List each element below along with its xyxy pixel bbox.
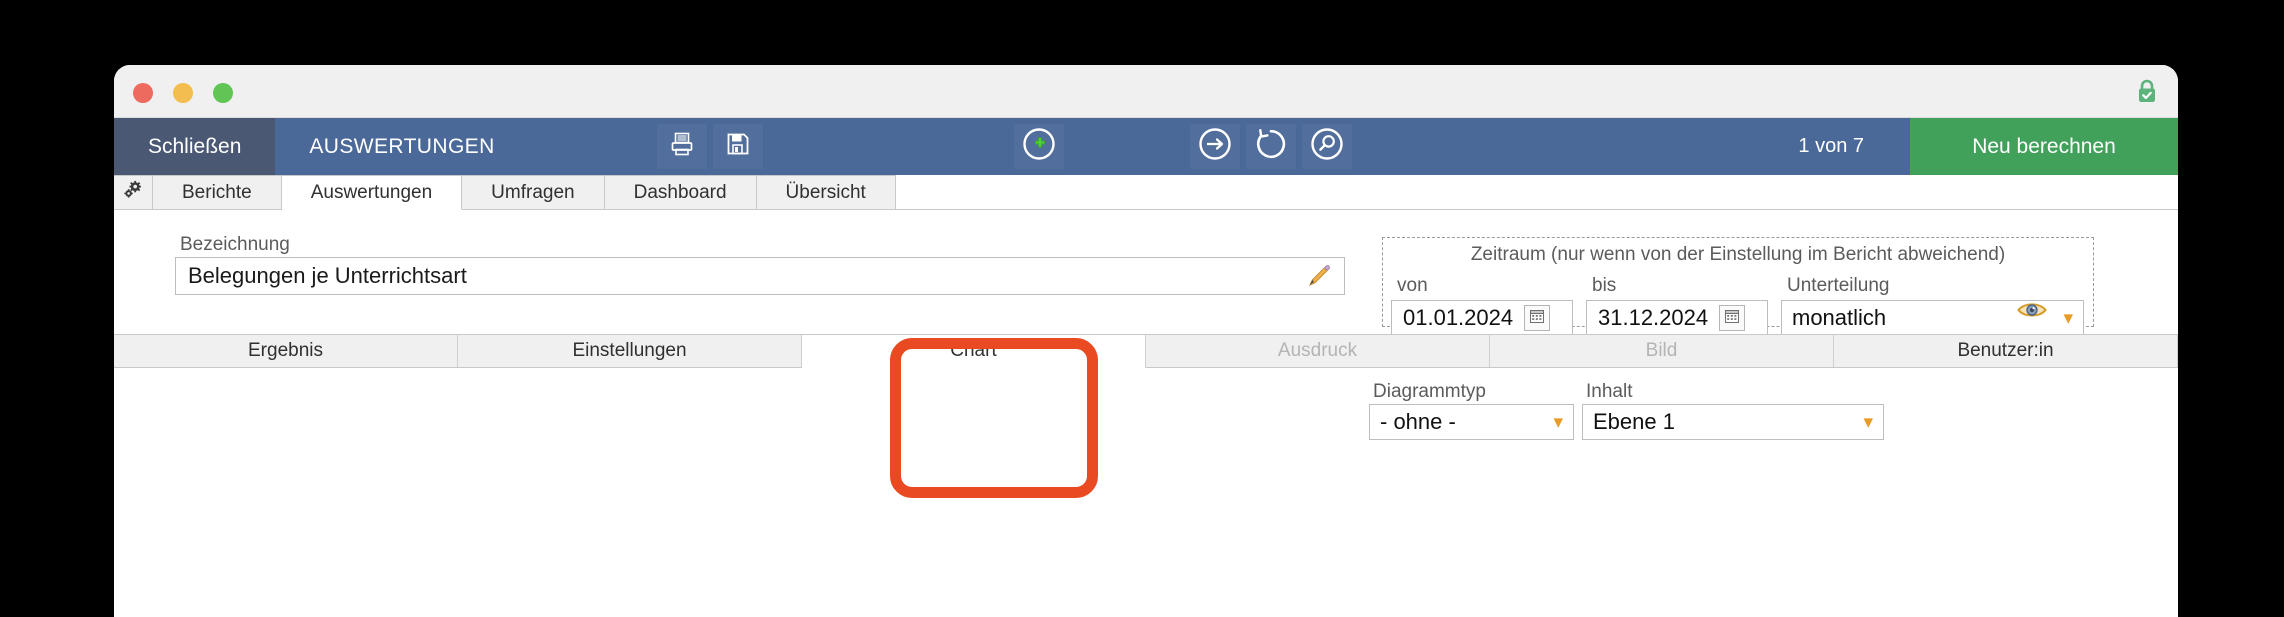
search-button[interactable] xyxy=(1301,124,1352,169)
calendar-picker-icon xyxy=(1529,308,1545,329)
eye-preview-icon xyxy=(2017,303,2047,324)
chevron-down-icon: ▾ xyxy=(1863,411,1873,433)
maximize-window-button[interactable] xyxy=(213,83,233,103)
refresh-button[interactable] xyxy=(1245,124,1296,169)
bezeichnung-value: Belegungen je Unterrichtsart xyxy=(188,263,467,288)
zeitraum-group: Zeitraum (nur wenn von der Einstellung i… xyxy=(1382,237,2094,336)
inhalt-value: Ebene 1 xyxy=(1593,409,1675,434)
search-circle-icon xyxy=(1310,127,1344,166)
pencil-edit-icon[interactable] xyxy=(1306,263,1332,289)
settings-gear-button[interactable] xyxy=(114,175,153,209)
refresh-circle-icon xyxy=(1254,127,1288,166)
tab-umfragen[interactable]: Umfragen xyxy=(462,175,605,209)
diagrammtyp-select[interactable]: - ohne - ▾ xyxy=(1369,404,1574,440)
subtab-ergebnis[interactable]: Ergebnis xyxy=(114,335,458,367)
printer-icon xyxy=(668,130,696,163)
bis-date-value: 31.12.2024 xyxy=(1598,305,1709,330)
inhalt-select[interactable]: Ebene 1 ▾ xyxy=(1582,404,1884,440)
lock-secure-icon xyxy=(2134,77,2160,105)
add-button[interactable] xyxy=(1013,124,1064,169)
von-label: von xyxy=(1397,275,1428,296)
close-window-button[interactable] xyxy=(133,83,153,103)
zeitraum-title: Zeitraum (nur wenn von der Einstellung i… xyxy=(1470,244,2006,265)
preview-toggle-button[interactable] xyxy=(2017,300,2047,320)
von-date-input[interactable]: 01.01.2024 xyxy=(1391,300,1573,336)
unterteilung-value: monatlich xyxy=(1792,305,1887,330)
save-button[interactable] xyxy=(712,124,763,169)
chevron-down-icon: ▾ xyxy=(1553,411,1563,433)
record-counter: 1 von 7 xyxy=(1798,135,1864,157)
calendar-picker-icon xyxy=(1724,308,1740,329)
close-button[interactable]: Schließen xyxy=(114,118,276,175)
bezeichnung-label: Bezeichnung xyxy=(180,234,290,255)
subtab-bild: Bild xyxy=(1490,335,1834,367)
diagrammtyp-label: Diagrammtyp xyxy=(1373,381,1486,402)
report-form-area: Bezeichnung Belegungen je Unterrichtsart… xyxy=(114,210,2178,400)
tab-auswertungen[interactable]: Auswertungen xyxy=(281,175,463,210)
tab-berichte[interactable]: Berichte xyxy=(153,175,282,209)
tab-dashboard[interactable]: Dashboard xyxy=(604,175,757,209)
print-button[interactable] xyxy=(656,124,707,169)
von-date-value: 01.01.2024 xyxy=(1403,305,1514,330)
secondary-tabbar: Ergebnis Einstellungen Chart Ausdruck Bi… xyxy=(114,334,2178,368)
toolbar-gap-2 xyxy=(766,118,1011,175)
main-toolbar: Schließen AUSWERTUNGEN 1 von 7 Neu berec… xyxy=(114,118,2178,175)
toolbar-gap-1 xyxy=(529,118,654,175)
bis-label: bis xyxy=(1592,275,1617,296)
toolbar-gap-3 xyxy=(1067,118,1187,175)
subtab-chart[interactable]: Chart xyxy=(802,335,1146,368)
minimize-window-button[interactable] xyxy=(173,83,193,103)
recalculate-button[interactable]: Neu berechnen xyxy=(1910,118,2178,175)
unterteilung-label: Unterteilung xyxy=(1787,275,1890,296)
floppy-save-icon xyxy=(724,130,752,163)
bis-date-input[interactable]: 31.12.2024 xyxy=(1586,300,1768,336)
subtab-ausdruck: Ausdruck xyxy=(1146,335,1490,367)
chart-settings-panel: Diagrammtyp Inhalt - ohne - ▾ Ebene 1 ▾ xyxy=(114,368,2178,567)
gears-settings-icon xyxy=(122,179,144,206)
arrow-right-circle-icon xyxy=(1198,127,1232,166)
diagrammtyp-value: - ohne - xyxy=(1380,409,1456,434)
subtab-benutzer[interactable]: Benutzer:in xyxy=(1834,335,2178,367)
von-calendar-button[interactable] xyxy=(1524,305,1551,331)
window-titlebar xyxy=(114,65,2178,118)
screenshot-root: Schließen AUSWERTUNGEN 1 von 7 Neu berec… xyxy=(0,0,2284,617)
plus-circle-icon xyxy=(1022,127,1056,166)
subtab-einstellungen[interactable]: Einstellungen xyxy=(458,335,802,367)
inhalt-label: Inhalt xyxy=(1586,381,1633,402)
goto-button[interactable] xyxy=(1189,124,1240,169)
application-window: Schließen AUSWERTUNGEN 1 von 7 Neu berec… xyxy=(114,65,2178,617)
bis-calendar-button[interactable] xyxy=(1719,305,1746,331)
window-traffic-lights xyxy=(133,83,233,103)
bezeichnung-input[interactable]: Belegungen je Unterrichtsart xyxy=(175,257,1345,295)
toolbar-title: AUSWERTUNGEN xyxy=(309,134,495,158)
primary-tabbar: Berichte Auswertungen Umfragen Dashboard… xyxy=(114,175,2178,210)
chevron-down-icon: ▾ xyxy=(2063,307,2073,329)
tab-uebersicht[interactable]: Übersicht xyxy=(756,175,896,209)
